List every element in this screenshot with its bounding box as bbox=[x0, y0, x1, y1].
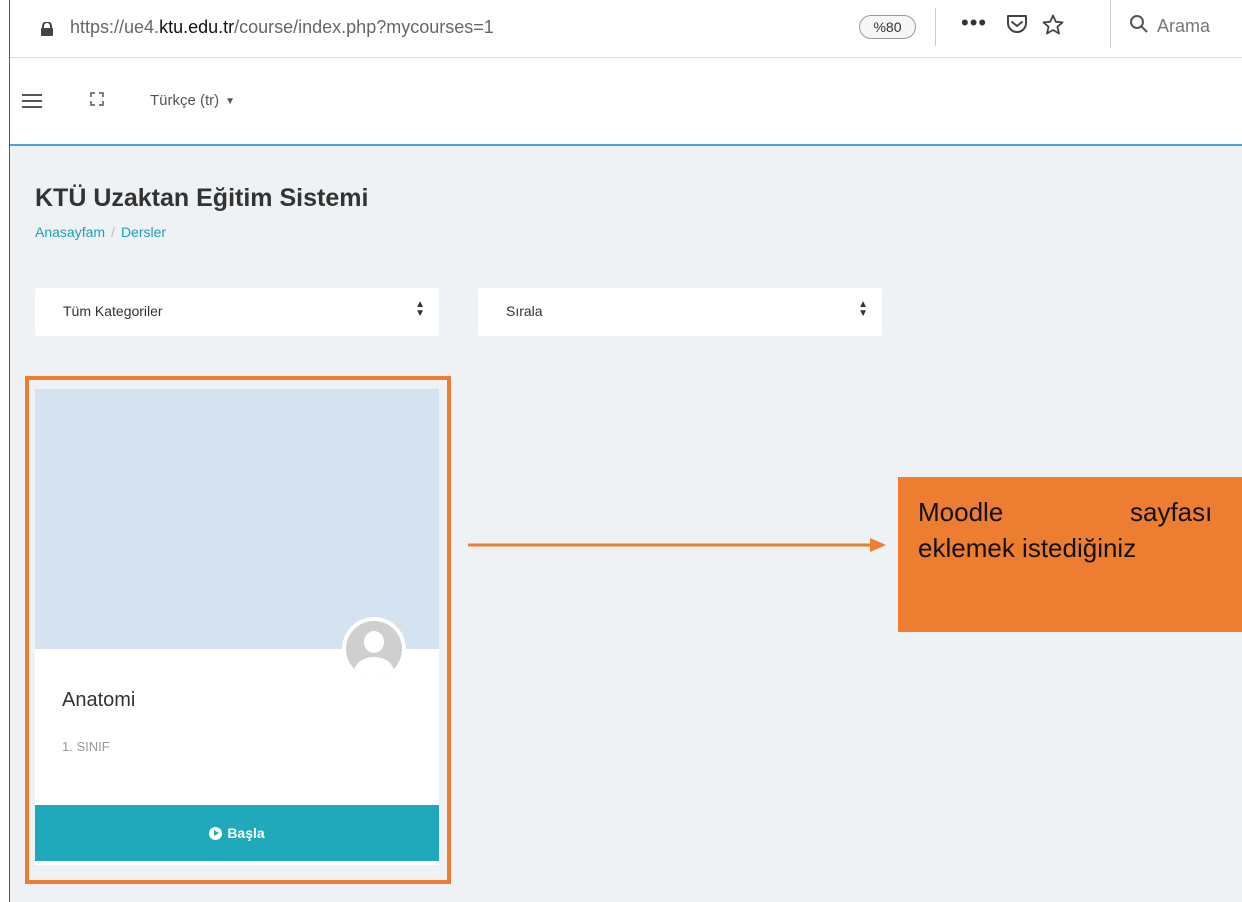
course-card[interactable]: Anatomi 1. SINIF Başla bbox=[35, 389, 439, 865]
bookmark-star-icon[interactable] bbox=[1042, 14, 1064, 36]
play-circle-icon bbox=[209, 827, 223, 840]
search-placeholder: Arama bbox=[1157, 16, 1211, 36]
caret-down-icon: ▼ bbox=[225, 95, 236, 107]
course-image bbox=[35, 389, 439, 649]
teacher-avatar bbox=[342, 617, 406, 681]
url-prefix: https://ue4. bbox=[70, 17, 160, 37]
page-title: KTÜ Uzaktan Eğitim Sistemi bbox=[35, 184, 369, 212]
course-category: 1. SINIF bbox=[62, 739, 110, 754]
category-select[interactable]: Tüm Kategoriler ▲ ▼ bbox=[35, 288, 439, 336]
annotation-arrow bbox=[468, 538, 886, 552]
site-top-nav: Türkçe (tr) ▼ bbox=[10, 58, 1242, 146]
sort-select[interactable]: Sırala ▲ ▼ bbox=[478, 288, 882, 336]
breadcrumb-separator: / bbox=[111, 224, 115, 240]
page-actions-menu-button[interactable]: ••• bbox=[961, 10, 987, 36]
zoom-level-button[interactable]: %80 bbox=[859, 15, 916, 39]
sort-select-value: Sırala bbox=[506, 303, 543, 319]
pocket-icon[interactable] bbox=[1006, 14, 1028, 34]
language-label: Türkçe (tr) bbox=[150, 92, 220, 109]
callout-line-2: eklemek istediğiniz bbox=[918, 533, 1137, 563]
breadcrumb-home-link[interactable]: Anasayfam bbox=[35, 224, 105, 240]
start-course-button[interactable]: Başla bbox=[35, 805, 439, 861]
callout-line-1: Moodle sayfası bbox=[918, 497, 1242, 528]
callout-word-2: sayfası bbox=[1130, 497, 1213, 527]
category-select-value: Tüm Kategoriler bbox=[63, 303, 163, 319]
annotation-callout: Moodle sayfası eklemek istediğiniz bbox=[898, 477, 1242, 632]
url-field[interactable]: https://ue4.ktu.edu.tr/course/index.php?… bbox=[70, 17, 494, 38]
search-icon bbox=[1130, 15, 1148, 33]
start-button-label: Başla bbox=[227, 825, 265, 841]
select-arrows-icon: ▲ ▼ bbox=[415, 299, 425, 319]
url-domain: ktu.edu.tr bbox=[159, 17, 235, 37]
url-path: /course/index.php?mycourses=1 bbox=[234, 17, 494, 37]
course-title[interactable]: Anatomi bbox=[62, 689, 135, 712]
toolbar-divider bbox=[935, 8, 936, 46]
hamburger-menu-icon[interactable] bbox=[22, 94, 42, 108]
browser-address-bar: https://ue4.ktu.edu.tr/course/index.php?… bbox=[10, 0, 1242, 58]
fullscreen-icon[interactable] bbox=[90, 92, 104, 106]
browser-search-box[interactable]: Arama bbox=[1110, 0, 1242, 48]
user-icon bbox=[346, 621, 402, 677]
window-border bbox=[9, 0, 10, 902]
callout-word-1: Moodle bbox=[918, 497, 1004, 527]
language-selector[interactable]: Türkçe (tr) ▼ bbox=[150, 92, 235, 109]
breadcrumb-courses-link[interactable]: Dersler bbox=[121, 224, 166, 240]
select-arrows-icon: ▲ ▼ bbox=[858, 299, 868, 319]
breadcrumb: Anasayfam / Dersler bbox=[35, 224, 166, 240]
lock-icon bbox=[41, 22, 53, 36]
